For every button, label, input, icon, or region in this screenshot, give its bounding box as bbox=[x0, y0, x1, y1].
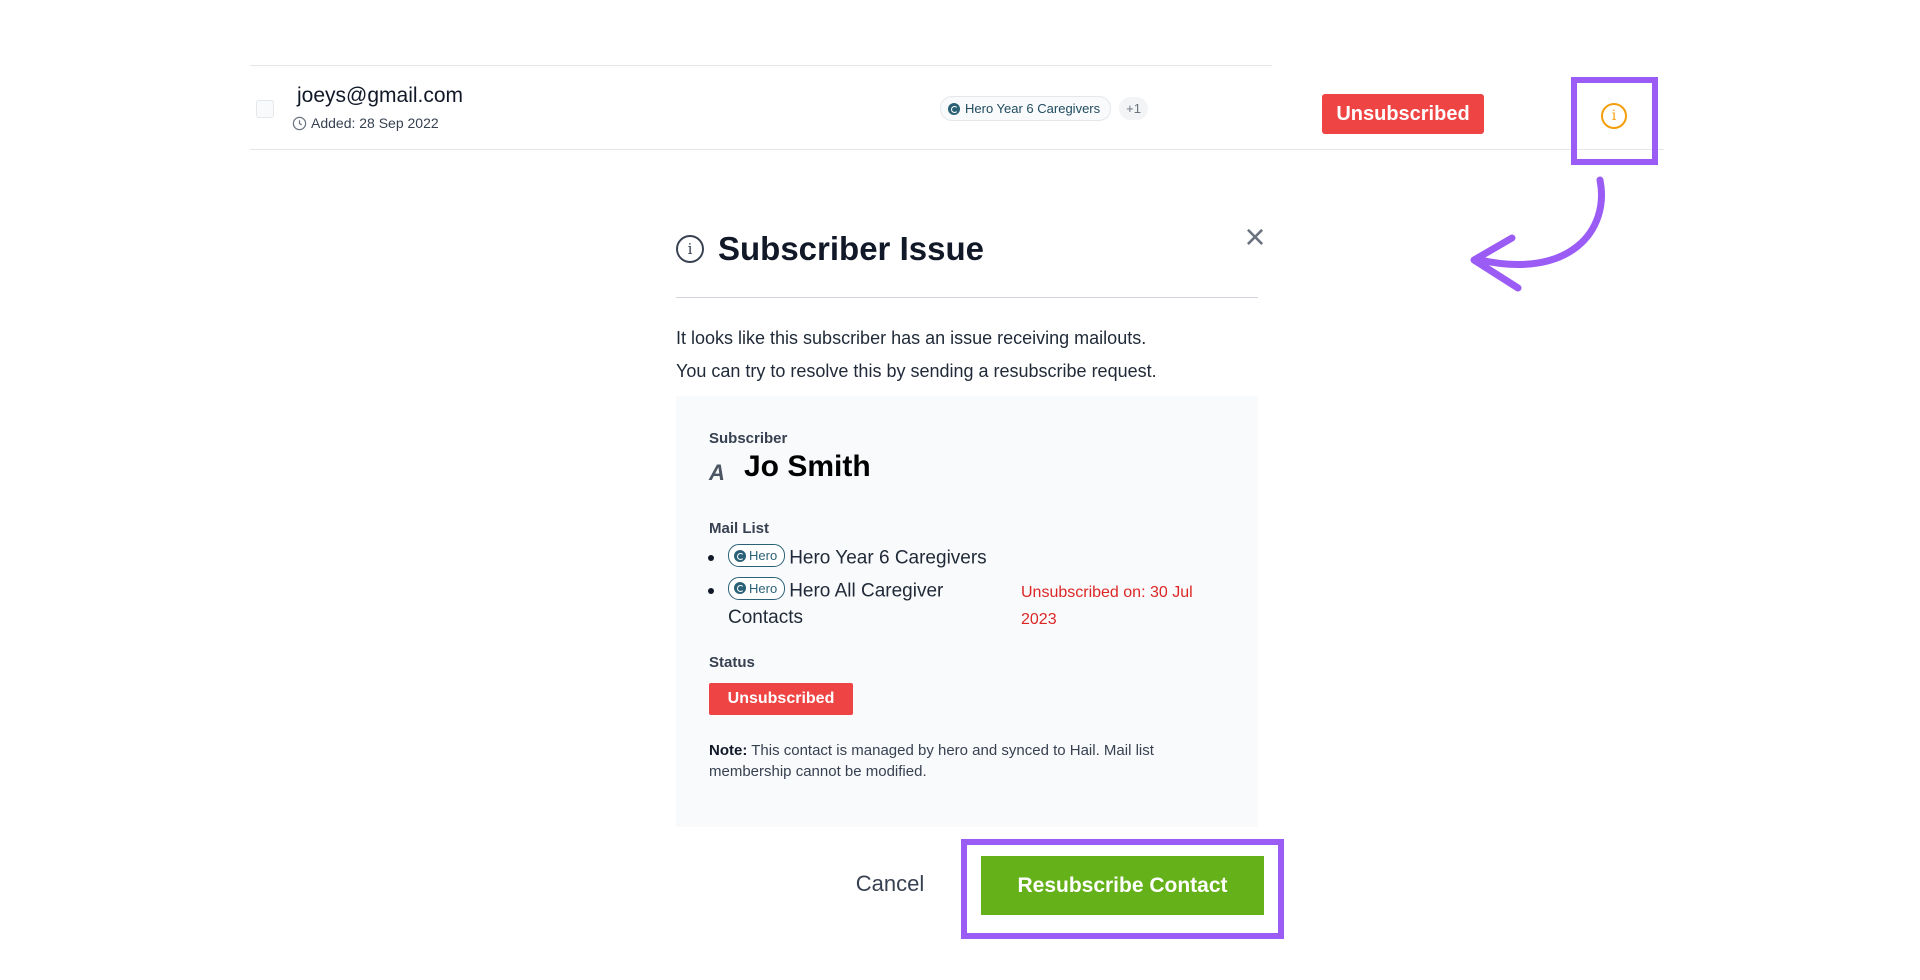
hero-badge-label: Hero bbox=[749, 548, 778, 563]
contact-tags: Hero Year 6 Caregivers +1 bbox=[940, 96, 1148, 121]
added-date-text: Added: 28 Sep 2022 bbox=[311, 115, 439, 131]
mail-list-tag-label: Hero Year 6 Caregivers bbox=[965, 101, 1101, 116]
contact-email: joeys@gmail.com bbox=[297, 84, 464, 107]
description-line-1: It looks like this subscriber has an iss… bbox=[676, 328, 1147, 348]
clock-icon bbox=[292, 116, 307, 130]
arrow-annotation bbox=[1470, 176, 1605, 292]
note-label: Note: bbox=[709, 742, 748, 759]
unsubscribed-date: Unsubscribed on: 30 Jul 2023 bbox=[1021, 583, 1193, 628]
list-item: Hero Hero Year 6 Caregivers bbox=[706, 544, 1226, 572]
hero-icon bbox=[734, 549, 746, 562]
hero-badge-label: Hero bbox=[749, 580, 778, 596]
mail-list-label: Mail List bbox=[709, 520, 770, 537]
hero-badge: Hero bbox=[728, 576, 786, 600]
hero-badge: Hero bbox=[728, 544, 786, 567]
resubscribe-button[interactable]: Resubscribe Contact bbox=[981, 856, 1264, 915]
info-icon: i bbox=[676, 235, 704, 263]
subscriber-details-panel: Subscriber A Jo Smith Mail List Hero Hero… bbox=[676, 396, 1258, 827]
info-icon[interactable]: i bbox=[1601, 103, 1627, 129]
hero-icon bbox=[734, 582, 746, 594]
modal-description: It looks like this subscriber has an iss… bbox=[676, 322, 1276, 388]
mail-list-tag[interactable]: Hero Year 6 Caregivers bbox=[940, 96, 1112, 121]
close-icon[interactable]: × bbox=[1240, 219, 1270, 255]
subscriber-name: Jo Smith bbox=[744, 450, 871, 483]
note-text: Note: This contact is managed by hero an… bbox=[709, 740, 1229, 782]
modal-divider bbox=[676, 297, 1258, 298]
row-divider-bottom bbox=[250, 149, 1664, 150]
modal-title: Subscriber Issue bbox=[718, 230, 984, 267]
row-select-checkbox[interactable] bbox=[256, 100, 274, 118]
mail-list-entry: Hero Hero All Caregiver Contacts bbox=[728, 576, 978, 632]
row-divider-top bbox=[250, 65, 1272, 66]
description-line-2: You can try to resolve this by sending a… bbox=[676, 361, 1157, 381]
subscriber-label: Subscriber bbox=[709, 430, 788, 447]
more-tags-badge[interactable]: +1 bbox=[1119, 97, 1148, 120]
status-label: Status bbox=[709, 654, 755, 671]
note-body: This contact is managed by hero and sync… bbox=[709, 742, 1154, 780]
status-badge: Unsubscribed bbox=[709, 683, 853, 715]
mail-list: Hero Hero Year 6 Caregivers Hero Hero All … bbox=[706, 544, 1226, 636]
cancel-button[interactable]: Cancel bbox=[830, 866, 950, 902]
mail-list-name: Hero Year 6 Caregivers bbox=[789, 547, 987, 569]
modal-header: i Subscriber Issue bbox=[676, 230, 984, 268]
status-badge: Unsubscribed bbox=[1322, 94, 1484, 134]
hero-icon bbox=[948, 102, 960, 115]
avatar: A bbox=[709, 460, 725, 485]
contact-added-date: Added: 28 Sep 2022 bbox=[292, 115, 439, 131]
list-item: Hero Hero All Caregiver Contacts Unsubscr… bbox=[706, 576, 1226, 632]
